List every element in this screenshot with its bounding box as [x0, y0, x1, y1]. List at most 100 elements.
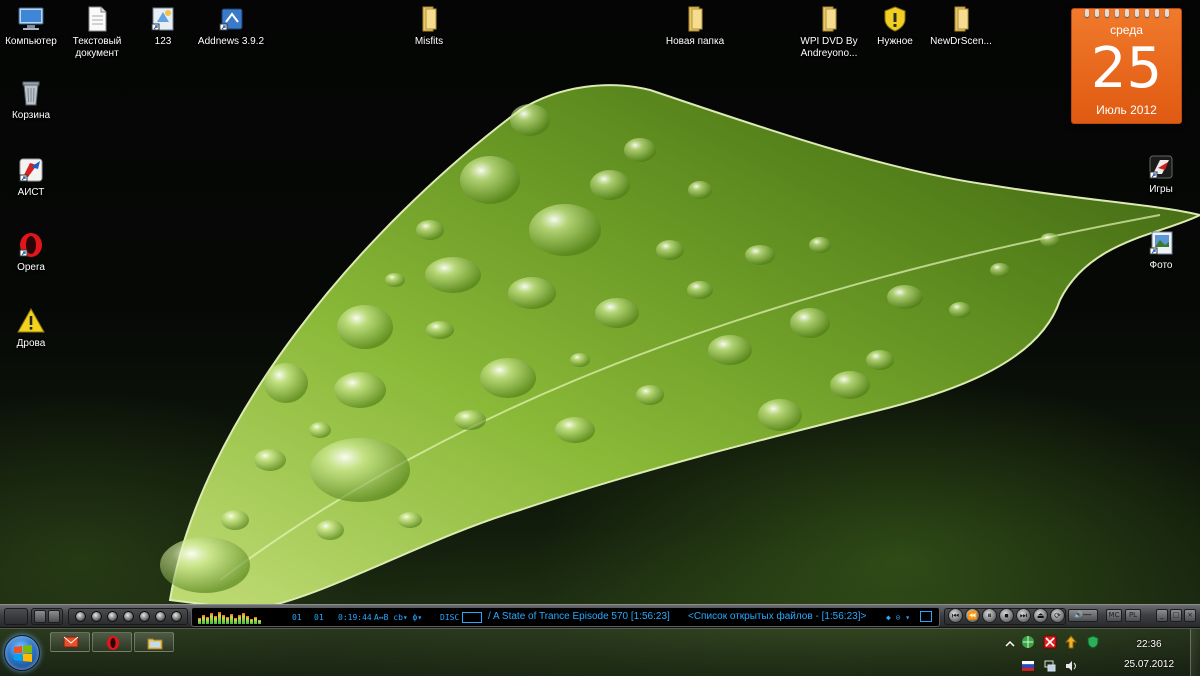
desktop-icon-opera[interactable]: Opera: [0, 230, 68, 274]
desktop-icon-label: Компьютер: [5, 36, 57, 47]
player-effects-group: [68, 608, 188, 625]
minimize-button[interactable]: _: [1156, 609, 1168, 622]
equalizer-visualizer: [198, 611, 264, 624]
leaf-image: [160, 84, 1200, 612]
desktop-icon-recycle-bin[interactable]: Корзина: [0, 78, 68, 122]
desktop-icon-nuzhnoe[interactable]: Нужное: [858, 4, 932, 48]
stop-icon[interactable]: ⏹: [999, 608, 1014, 623]
desktop-icon-aist[interactable]: АИСТ: [0, 155, 68, 199]
taskbar-item-explorer[interactable]: [134, 632, 174, 652]
calendar-gadget[interactable]: среда 25 Июль 2012: [1071, 8, 1182, 124]
opera-icon: [19, 233, 42, 257]
photo-icon: [1149, 231, 1173, 255]
calendar-month-year: Июль 2012: [1096, 103, 1157, 117]
desktop-icon-label: NewDrScen...: [930, 36, 992, 47]
opera-icon: [107, 636, 119, 650]
maximize-button[interactable]: □: [1170, 609, 1182, 622]
effect-button[interactable]: [155, 611, 166, 622]
arrow-up-icon[interactable]: [1003, 637, 1017, 651]
clock-date: 25.07.2012: [1123, 659, 1175, 670]
shield-icon: [884, 6, 906, 32]
format-indicator: [462, 612, 482, 623]
player-mode-button[interactable]: [34, 610, 46, 623]
language-flag-icon[interactable]: [1021, 659, 1035, 673]
effect-button[interactable]: [91, 611, 102, 622]
installer-icon: [219, 8, 243, 31]
calendar-weekday: среда: [1110, 23, 1143, 37]
volume-icon[interactable]: [1064, 659, 1078, 673]
previous-icon[interactable]: ⏮: [948, 608, 963, 623]
desktop-icon-label: Opera: [17, 262, 45, 273]
desktop-icon-new-folder[interactable]: Новая папка: [658, 4, 732, 48]
track-number-secondary: 01: [314, 613, 324, 622]
aist-icon: [19, 158, 43, 182]
windows-logo-icon: [14, 645, 32, 662]
playlist-button[interactable]: PL: [1125, 609, 1141, 622]
games-icon: [1149, 155, 1173, 179]
rewind-icon[interactable]: ⏪: [965, 608, 980, 623]
desktop-icon-addnews[interactable]: Addnews 3.9.2: [194, 4, 268, 48]
desktop-icon-label: 123: [154, 36, 172, 47]
taskbar-item-opera[interactable]: [92, 632, 132, 652]
shortcut-icon: [151, 7, 174, 31]
desktop-wallpaper: [0, 0, 1200, 676]
desktop-icon-computer[interactable]: Компьютер: [0, 4, 68, 48]
close-button[interactable]: ×: [1184, 609, 1196, 622]
folder-icon: [422, 6, 437, 32]
playback-modes[interactable]: A↔B cb▾ ф▾: [374, 611, 422, 624]
desktop-icon-newdrscen[interactable]: NewDrScen...: [924, 4, 998, 48]
desktop-icon-games[interactable]: Игры: [1124, 152, 1198, 196]
desktop-icon-label: Игры: [1149, 184, 1173, 195]
start-button[interactable]: [4, 635, 40, 671]
desktop-icon-label: Misfits: [414, 36, 444, 47]
desktop-icon-label: Корзина: [11, 110, 51, 121]
pause-icon[interactable]: ⏸: [982, 608, 997, 623]
network-icon[interactable]: [1043, 659, 1057, 673]
player-menu-button[interactable]: [4, 608, 28, 625]
effect-button[interactable]: [139, 611, 150, 622]
track-number: 01: [292, 613, 302, 622]
desktop-icon-label: Фото: [1149, 260, 1173, 271]
player-skin-buttons[interactable]: [31, 608, 63, 625]
security-shield-icon[interactable]: [1086, 635, 1100, 649]
show-desktop-button[interactable]: [1190, 629, 1200, 676]
update-arrow-icon[interactable]: [1064, 635, 1078, 649]
network-globe-icon[interactable]: [1021, 635, 1035, 649]
warning-icon: [17, 307, 45, 333]
mini-mode-button[interactable]: MC: [1106, 609, 1122, 622]
effect-button[interactable]: [123, 611, 134, 622]
next-icon[interactable]: ⏭: [1016, 608, 1031, 623]
desktop-icon-photo[interactable]: Фото: [1124, 228, 1198, 272]
volume-slider[interactable]: 🔊┅┅: [1068, 609, 1098, 622]
player-mode-button[interactable]: [48, 610, 60, 623]
folder-icon: [954, 6, 969, 32]
effect-button[interactable]: [75, 611, 86, 622]
mail-icon: [63, 636, 79, 648]
desktop-icon-text-document[interactable]: Текстовый документ: [60, 4, 134, 60]
display-controls-icon[interactable]: ◆ ⊙ ▾: [886, 611, 910, 624]
desktop-icon-label: Addnews 3.9.2: [197, 36, 265, 47]
desktop-icon-drova[interactable]: Дрова: [0, 306, 68, 350]
desktop-icon-123[interactable]: 123: [126, 4, 200, 48]
desktop-icon-wpi-dvd[interactable]: WPI DVD By Andreyono...: [792, 4, 866, 60]
computer-icon: [18, 7, 44, 30]
effect-button[interactable]: [171, 611, 182, 622]
desktop-icon-misfits[interactable]: Misfits: [392, 4, 466, 48]
clock-time: 22:36: [1136, 639, 1162, 650]
effect-button[interactable]: [107, 611, 118, 622]
calendar-rings: [1080, 4, 1173, 17]
player-display: 01 01 0:19:44 A↔B cb▾ ф▾ DISC / A State …: [191, 607, 940, 627]
system-clock[interactable]: 22:36 25.07.2012: [1114, 635, 1184, 675]
media-player-bar: 01 01 0:19:44 A↔B cb▾ ф▾ DISC / A State …: [0, 604, 1200, 628]
tools-icon[interactable]: [1043, 635, 1057, 649]
repeat-icon[interactable]: ⟳: [1050, 608, 1065, 623]
desktop-icon-label: Новая папка: [665, 36, 725, 47]
text-document-icon: [88, 6, 107, 32]
display-toggle-icon[interactable]: [920, 611, 932, 622]
open-file-icon[interactable]: ⏏: [1033, 608, 1048, 623]
desktop-icon-label: АИСТ: [17, 187, 45, 198]
desktop-icon-label: Текстовый документ: [72, 36, 122, 59]
now-playing-title: / A State of Trance Episode 570 [1:56:23…: [488, 611, 670, 622]
taskbar-item-mail[interactable]: [50, 632, 90, 652]
playlist-info[interactable]: <Список открытых файлов - [1:56:23]>: [688, 610, 866, 624]
